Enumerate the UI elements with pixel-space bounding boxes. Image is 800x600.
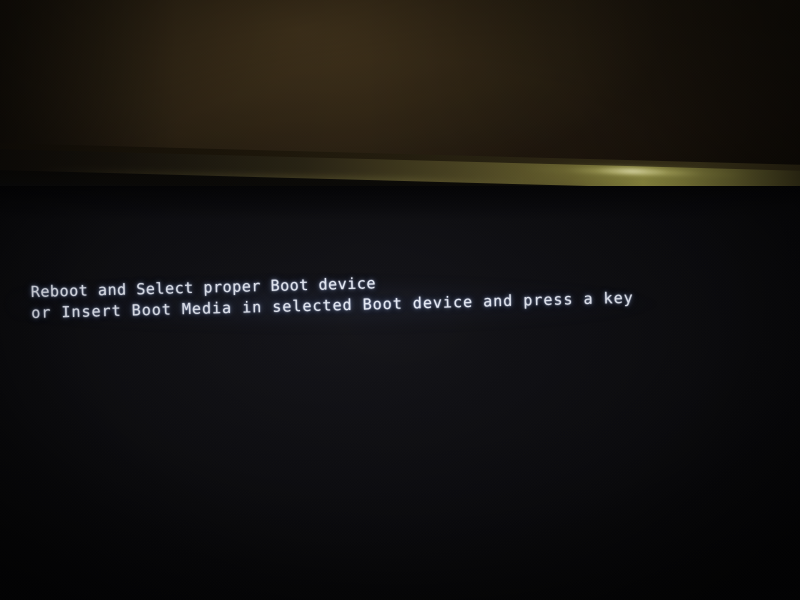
screen-noise-texture: [0, 186, 800, 600]
photo-of-monitor-screen: Reboot and Select proper Boot device or …: [0, 0, 800, 600]
screen-vignette: [0, 186, 800, 600]
monitor-screen: [0, 186, 800, 600]
screen-top-shadow: [0, 186, 800, 220]
